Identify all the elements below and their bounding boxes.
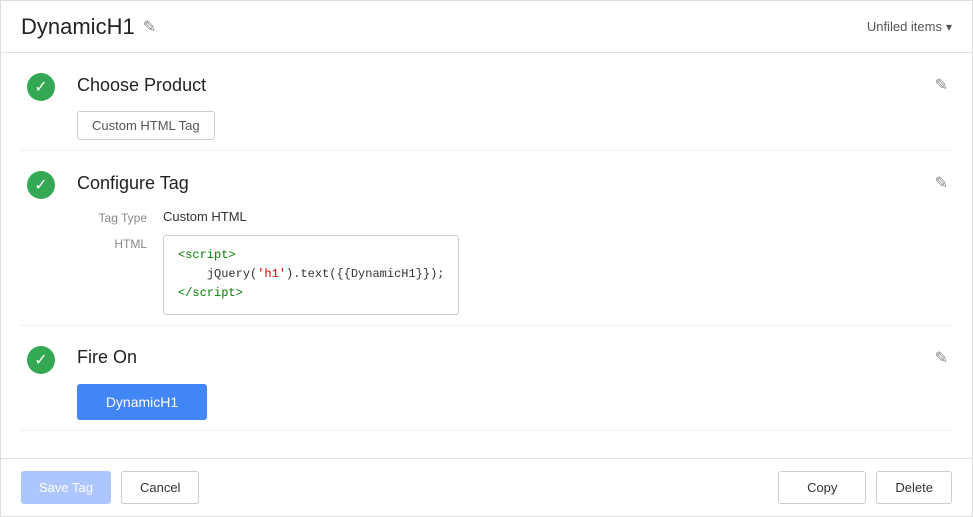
chevron-down-icon: ▾ <box>946 20 952 34</box>
code-line-2: jQuery('h1').text({{DynamicH1}}); <box>178 265 444 284</box>
title-edit-icon[interactable]: ✎ <box>143 17 156 37</box>
fire-on-section: ✓ Fire On ✎ DynamicH1 <box>21 326 952 431</box>
unfiled-items-label: Unfiled items <box>867 19 942 34</box>
footer-right: Copy Delete <box>778 471 952 504</box>
tag-type-value: Custom HTML <box>163 209 247 224</box>
header: DynamicH1 ✎ Unfiled items ▾ <box>1 1 972 53</box>
checkmark-icon-2: ✓ <box>34 175 47 195</box>
html-row: HTML <script> jQuery('h1').text({{Dynami… <box>77 235 952 315</box>
cancel-button[interactable]: Cancel <box>121 471 199 504</box>
custom-html-tag-chip: Custom HTML Tag <box>77 111 215 140</box>
choose-product-check-col: ✓ <box>21 71 61 101</box>
checkmark-icon: ✓ <box>34 77 47 97</box>
code-line-1: <script> <box>178 246 444 265</box>
choose-product-body: Choose Product ✎ Custom HTML Tag <box>61 71 952 140</box>
fire-on-title: Fire On <box>77 347 137 368</box>
unfiled-items-dropdown[interactable]: Unfiled items ▾ <box>867 19 952 34</box>
footer-left: Save Tag Cancel <box>21 471 199 504</box>
configure-tag-title: Configure Tag <box>77 173 189 194</box>
choose-product-header: Choose Product ✎ <box>77 71 952 99</box>
delete-button[interactable]: Delete <box>876 471 952 504</box>
html-label: HTML <box>77 235 147 251</box>
fire-on-edit-icon[interactable]: ✎ <box>931 344 952 372</box>
choose-product-edit-icon[interactable]: ✎ <box>931 71 952 99</box>
choose-product-title: Choose Product <box>77 75 206 96</box>
tag-type-row: Tag Type Custom HTML <box>77 209 952 225</box>
fire-on-body: Fire On ✎ DynamicH1 <box>61 344 952 420</box>
configure-tag-body: Configure Tag ✎ Tag Type Custom HTML HTM… <box>61 169 952 315</box>
configure-tag-check-col: ✓ <box>21 169 61 199</box>
fire-on-header: Fire On ✎ <box>77 344 952 372</box>
tag-type-label: Tag Type <box>77 209 147 225</box>
code-line-3: </script> <box>178 284 444 303</box>
html-code-block: <script> jQuery('h1').text({{DynamicH1}}… <box>163 235 459 315</box>
copy-button[interactable]: Copy <box>778 471 866 504</box>
configure-tag-section: ✓ Configure Tag ✎ Tag Type Custom HTML H… <box>21 151 952 326</box>
dynamich1-trigger-button[interactable]: DynamicH1 <box>77 384 207 420</box>
header-left: DynamicH1 ✎ <box>21 14 156 40</box>
save-tag-button[interactable]: Save Tag <box>21 471 111 504</box>
choose-product-check-circle: ✓ <box>27 73 55 101</box>
checkmark-icon-3: ✓ <box>34 350 47 370</box>
configure-tag-header: Configure Tag ✎ <box>77 169 952 197</box>
configure-tag-edit-icon[interactable]: ✎ <box>931 169 952 197</box>
choose-product-section: ✓ Choose Product ✎ Custom HTML Tag <box>21 53 952 151</box>
fire-on-check-col: ✓ <box>21 344 61 374</box>
page-wrapper: DynamicH1 ✎ Unfiled items ▾ ✓ Choose Pro… <box>0 0 973 517</box>
configure-tag-check-circle: ✓ <box>27 171 55 199</box>
page-title: DynamicH1 <box>21 14 135 40</box>
main-content: ✓ Choose Product ✎ Custom HTML Tag ✓ Con <box>1 53 972 458</box>
footer: Save Tag Cancel Copy Delete <box>1 458 972 516</box>
configure-tag-details: Tag Type Custom HTML HTML <script> jQuer… <box>77 209 952 315</box>
fire-on-check-circle: ✓ <box>27 346 55 374</box>
